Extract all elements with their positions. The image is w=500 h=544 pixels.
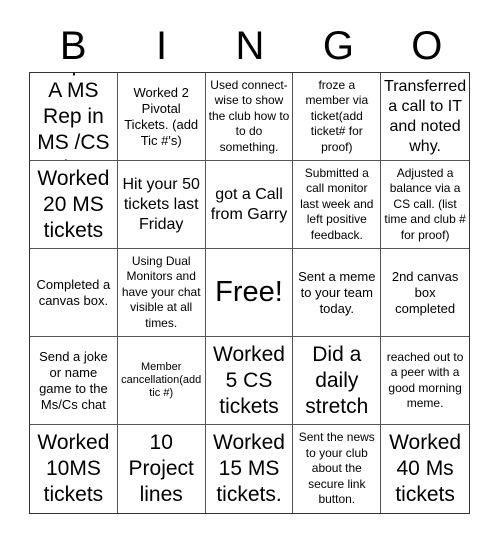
bingo-cell[interactable]: Worked 5 CS tickets [205, 337, 294, 425]
bingo-cell-text: Send a joke or name game to the Ms/Cs ch… [39, 348, 108, 412]
bingo-cell-text: Worked 20 MS tickets [37, 166, 110, 242]
bingo-cell-text: Helped A MS Rep in MS /CS Chat. [37, 73, 110, 160]
bingo-cell[interactable]: Adjusted a balance via a CS call. (list … [381, 161, 469, 249]
bingo-header: B I N G O [29, 22, 471, 70]
bingo-cell[interactable]: Used connect-wise to show the club how t… [205, 73, 294, 161]
bingo-cell-text: Worked 15 MS tickets. [213, 431, 285, 506]
bingo-cell-text: Completed a canvas box. [36, 276, 111, 308]
bingo-cell[interactable]: got a Call from Garry [205, 161, 294, 249]
bingo-cell[interactable]: Send a joke or name game to the Ms/Cs ch… [30, 337, 118, 425]
header-letter-g: G [322, 24, 354, 68]
bingo-cell[interactable]: Worked 15 MS tickets. [206, 425, 294, 513]
bingo-cell-text: Using Dual Monitors and have your chat v… [121, 253, 201, 330]
bingo-cell[interactable]: Helped A MS Rep in MS /CS Chat. [30, 73, 118, 161]
bingo-cell-text: Submitted a call monitor last week and l… [300, 165, 374, 242]
bingo-cell[interactable]: Sent a meme to your team today. [293, 249, 382, 337]
bingo-cell-text: Adjusted a balance via a CS call. (list … [384, 165, 466, 242]
bingo-cell[interactable]: Completed a canvas box. [30, 249, 118, 337]
bingo-cell-text: Used connect-wise to show the club how t… [208, 77, 290, 154]
header-letter-n: N [235, 24, 265, 68]
bingo-cell[interactable]: froze a member via ticket(add ticket# fo… [293, 73, 382, 161]
bingo-cell-text: Free! [215, 276, 283, 308]
bingo-cell[interactable]: reached out to a peer with a good mornin… [381, 337, 469, 425]
bingo-cell[interactable]: Transferred a call to IT and noted why. [381, 73, 469, 161]
bingo-cell[interactable]: Sent the news to your club about the sec… [293, 425, 382, 513]
bingo-cell[interactable]: Worked 10MS tickets [30, 425, 118, 513]
bingo-cell-text: Worked 40 Ms tickets [389, 431, 462, 506]
header-letter-b: B [59, 24, 87, 68]
bingo-cell-text: 2nd canvas box completed [391, 268, 459, 316]
bingo-grid: Helped A MS Rep in MS /CS Chat.Worked 2 … [29, 72, 470, 514]
bingo-cell[interactable]: Submitted a call monitor last week and l… [293, 161, 382, 249]
bingo-cell-text: Transferred a call to IT and noted why. [384, 77, 467, 155]
bingo-cell[interactable]: 10 Project lines [118, 425, 206, 513]
bingo-cell[interactable]: Worked 40 Ms tickets [381, 425, 469, 513]
header-letter-i: I [156, 24, 168, 68]
header-letter-o: O [411, 24, 443, 68]
bingo-cell-text: got a Call from Garry [210, 185, 288, 223]
bingo-cell-text: 10 Project lines [128, 431, 194, 506]
bingo-cell-text: Member cancellation(add tic #) [121, 361, 202, 399]
bingo-cell-text: froze a member via ticket(add ticket# fo… [305, 77, 369, 154]
bingo-cell[interactable]: Worked 20 MS tickets [30, 161, 118, 249]
bingo-cell[interactable]: Worked 2 Pivotal Tickets. (add Tic #'s) [117, 73, 206, 161]
bingo-cell[interactable]: Hit your 50 tickets last Friday [117, 161, 206, 249]
bingo-cell-free[interactable]: Free! [205, 249, 294, 337]
bingo-cell[interactable]: 2nd canvas box completed [381, 249, 469, 337]
bingo-cell[interactable]: Using Dual Monitors and have your chat v… [117, 249, 206, 337]
bingo-cell-text: Worked 5 CS tickets [213, 342, 285, 418]
bingo-cell-text: reached out to a peer with a good mornin… [386, 349, 464, 411]
bingo-cell-text: Worked 2 Pivotal Tickets. (add Tic #'s) [124, 84, 199, 148]
bingo-cell-text: Sent a meme to your team today. [298, 268, 376, 316]
bingo-cell-text: Worked 10MS tickets [37, 431, 110, 506]
bingo-cell[interactable]: Did a daily stretch [293, 337, 382, 425]
bingo-cell-text: Hit your 50 tickets last Friday [122, 175, 200, 233]
bingo-cell[interactable]: Member cancellation(add tic #) [117, 337, 206, 425]
bingo-cell-text: Did a daily stretch [305, 342, 369, 418]
bingo-cell-text: Sent the news to your club about the sec… [298, 430, 375, 507]
